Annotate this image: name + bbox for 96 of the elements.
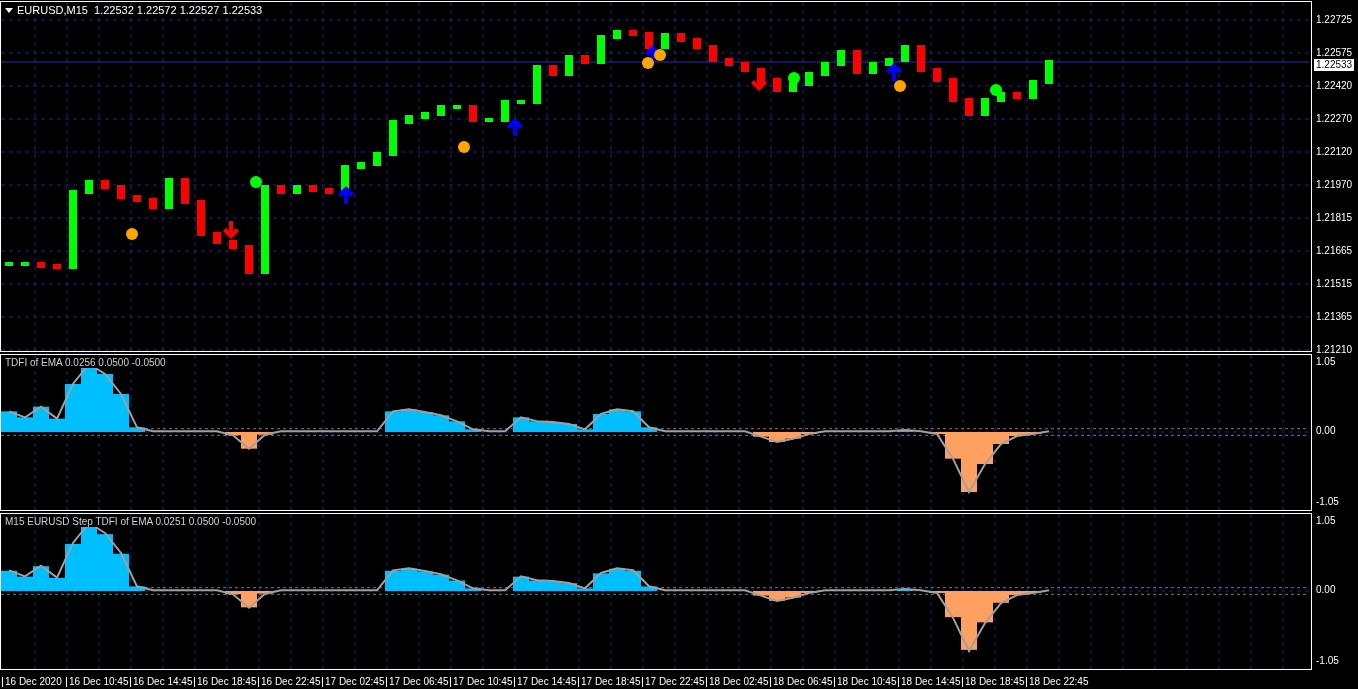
time-axis-label: 16 Dec 18:45 (194, 677, 257, 687)
candlestick (133, 195, 141, 202)
signal-dot (654, 49, 666, 61)
up-arrow-icon (507, 118, 523, 136)
candlestick (357, 162, 365, 169)
price-axis-label: 1.21515 (1316, 279, 1353, 289)
price-axis-label: 1.21970 (1316, 180, 1353, 190)
candlestick (949, 78, 957, 102)
signal-dot (788, 72, 800, 84)
time-axis-label: 16 Dec 2020 (2, 677, 62, 687)
time-axis-label: 17 Dec 06:45 (386, 677, 449, 687)
candlestick (245, 245, 253, 274)
indicator-axis-label: 1.05 (1316, 357, 1336, 367)
candlestick (1045, 60, 1053, 84)
candlestick (853, 50, 861, 74)
up-arrow-icon (338, 186, 354, 204)
candlestick (149, 198, 157, 209)
time-axis-label: 16 Dec 10:45 (66, 677, 129, 687)
candlestick (773, 78, 781, 92)
price-axis-label: 1.22575 (1316, 48, 1353, 58)
candlestick (165, 178, 173, 209)
indicator-axis-label: -1.05 (1316, 656, 1339, 666)
price-axis-label: 1.22420 (1316, 81, 1353, 91)
current-price-label: 1.22533 (1314, 59, 1355, 71)
time-axis-label: 18 Dec 06:45 (770, 677, 833, 687)
time-axis-label: 17 Dec 18:45 (578, 677, 641, 687)
candlestick (485, 118, 493, 122)
candlestick (965, 98, 973, 116)
indicator-header: TDFI of EMA 0.0256 0.0500 -0.0500 (5, 358, 166, 368)
candlestick (517, 100, 525, 104)
candlestick (213, 232, 221, 244)
signal-dot (126, 228, 138, 240)
up-arrow-icon (886, 63, 902, 81)
candlestick (933, 68, 941, 82)
candlestick (101, 180, 109, 189)
candlestick (837, 50, 845, 66)
time-axis-label: 17 Dec 22:45 (642, 677, 705, 687)
candlestick (885, 58, 893, 66)
candlestick (565, 55, 573, 76)
candlestick (677, 33, 685, 42)
candlestick (709, 45, 717, 62)
candlestick (981, 98, 989, 116)
candlestick (549, 65, 557, 76)
candlestick (117, 185, 125, 199)
time-axis-label: 18 Dec 02:45 (706, 677, 769, 687)
time-axis-label: 16 Dec 22:45 (258, 677, 321, 687)
candlestick (597, 35, 605, 64)
indicator-axis-label: 1.05 (1316, 516, 1336, 526)
time-axis-label: 16 Dec 14:45 (130, 677, 193, 687)
price-axis-label: 1.22725 (1316, 15, 1353, 25)
indicator-axis-label: 0.00 (1316, 426, 1336, 436)
price-axis-label: 1.21210 (1316, 345, 1353, 355)
candlestick (1029, 80, 1037, 99)
time-axis-label: 18 Dec 22:45 (1026, 677, 1089, 687)
indicator-header: M15 EURUSD Step TDFI of EMA 0.0251 0.0500 -0.0500 (5, 517, 257, 527)
candlestick (821, 62, 829, 76)
candlestick (85, 180, 93, 194)
indicator-axis-label: -1.05 (1316, 497, 1339, 507)
candlestick (901, 45, 909, 62)
time-axis-label: 17 Dec 02:45 (322, 677, 385, 687)
signal-dot (894, 80, 906, 92)
candlestick (501, 100, 509, 122)
time-axis-label: 18 Dec 10:45 (834, 677, 897, 687)
candlestick (181, 178, 189, 204)
candlestick (437, 105, 445, 116)
signal-dot (642, 57, 654, 69)
candlestick (469, 105, 477, 122)
candlestick (917, 45, 925, 72)
price-axis-label: 1.22120 (1316, 147, 1353, 157)
indicator-axis-label: 0.00 (1316, 585, 1336, 595)
candlestick (197, 200, 205, 236)
chart-symbol-header: EURUSD,M15 1.22532 1.22572 1.22527 1.22533 (17, 5, 263, 16)
candlestick (373, 152, 381, 166)
candlestick (869, 62, 877, 74)
price-axis-label: 1.22270 (1316, 114, 1353, 124)
price-axis-label: 1.21365 (1316, 312, 1353, 322)
candlestick (453, 105, 461, 109)
dropdown-icon[interactable] (5, 8, 13, 13)
candlestick (645, 32, 653, 49)
price-axis-label: 1.21815 (1316, 213, 1353, 223)
candlestick (229, 240, 237, 249)
price-axis-label: 1.21665 (1316, 246, 1353, 256)
signal-dot (250, 176, 262, 188)
signal-dot (990, 84, 1002, 96)
candlestick (581, 55, 589, 64)
down-arrow-icon (223, 221, 239, 239)
time-axis-label: 18 Dec 14:45 (898, 677, 961, 687)
signal-dot (458, 141, 470, 153)
candlestick (389, 120, 397, 156)
candlestick (805, 72, 813, 86)
time-axis-label: 18 Dec 18:45 (962, 677, 1025, 687)
time-axis-label: 17 Dec 14:45 (514, 677, 577, 687)
time-axis-label: 17 Dec 10:45 (450, 677, 513, 687)
candlestick (693, 38, 701, 49)
candlestick (661, 33, 669, 49)
candlestick (533, 65, 541, 104)
